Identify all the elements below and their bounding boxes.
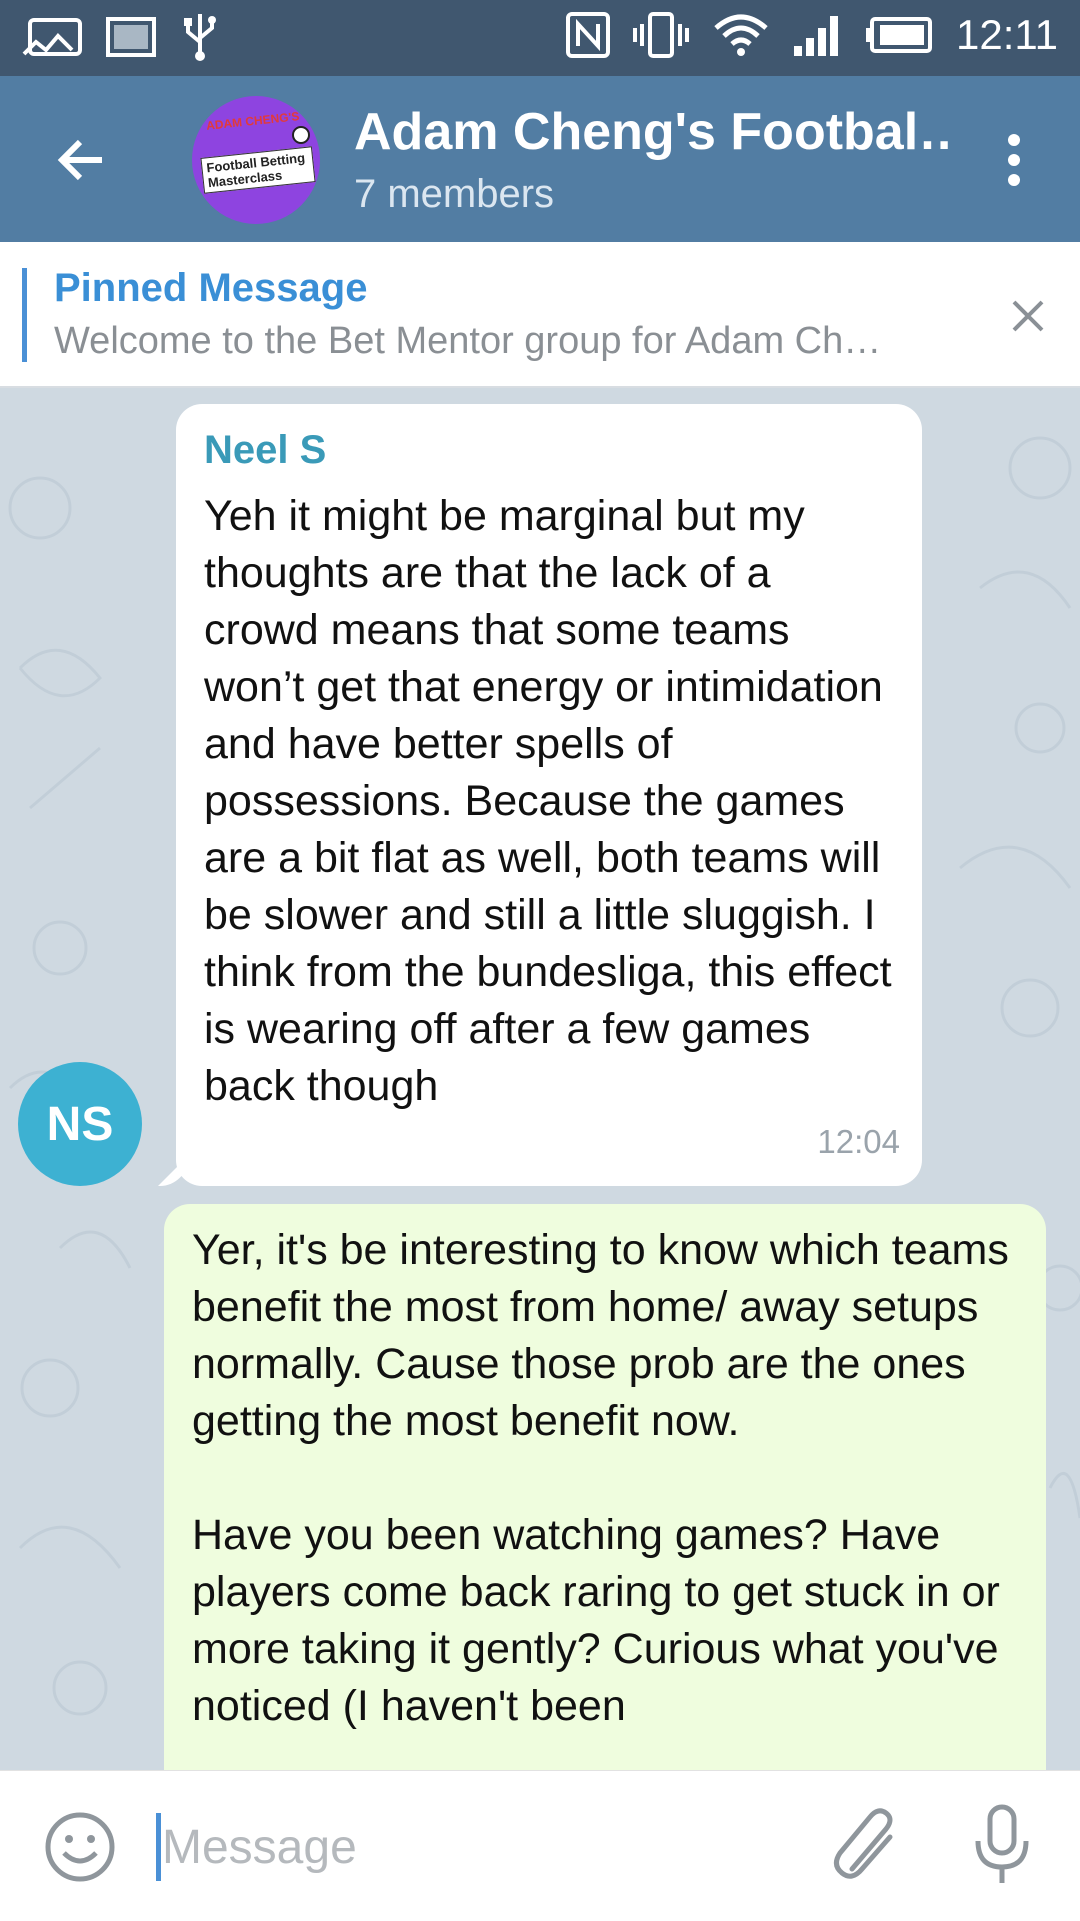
voice-message-button[interactable] [972,1803,1032,1887]
chat-messages[interactable]: Neel S Yeh it might be marginal but my t… [0,388,1080,1770]
status-right-icons: 12:11 [566,10,1058,60]
close-pinned-button[interactable] [1006,294,1050,338]
avatar-logo-box: Football Betting Masterclass [200,146,316,194]
more-vert-icon [1008,134,1020,186]
avatar-logo-top: ADAM CHENG'S [205,109,301,133]
attach-button[interactable] [830,1807,906,1887]
microphone-icon [975,1804,1029,1883]
football-icon [292,126,310,144]
group-avatar[interactable]: ADAM CHENG'S Football Betting Masterclas… [192,96,320,224]
message-input[interactable] [162,1807,802,1887]
chat-header: ADAM CHENG'S Football Betting Masterclas… [0,76,1080,242]
more-options-button[interactable] [1000,132,1028,188]
paperclip-icon [834,1808,893,1879]
status-bar: 12:11 [0,0,1080,76]
back-button[interactable] [52,130,112,190]
vibrate-icon [632,10,690,60]
picture-icon [106,15,156,59]
message-text: Yer, it's be interesting to know which t… [192,1226,1009,1730]
sender-avatar[interactable]: NS [18,1062,142,1186]
status-time: 12:11 [956,11,1058,58]
close-icon [1012,300,1044,332]
signal-icon [792,12,844,58]
status-left-icons [22,12,222,62]
pinned-accent-bar [22,268,27,362]
wifi-icon [712,10,770,60]
pinned-title: Pinned Message [54,266,368,310]
chat-title[interactable]: Adam Cheng's Footbal… [354,102,954,162]
member-count: 7 members [354,172,555,216]
emoji-button[interactable] [44,1811,116,1883]
arrow-back-icon [57,139,102,181]
sender-name[interactable]: Neel S [204,426,894,474]
incoming-message-bubble[interactable]: Neel S Yeh it might be marginal but my t… [176,404,922,1186]
outgoing-message-bubble[interactable]: Yer, it's be interesting to know which t… [164,1204,1046,1770]
image-message-icon [22,14,84,60]
usb-icon [178,12,222,62]
message-time: 12:04 [817,1123,900,1160]
smiley-icon [45,1812,115,1882]
message-composer [0,1770,1080,1921]
text-cursor [156,1813,161,1881]
message-text: Yeh it might be marginal but my thoughts… [204,492,904,1110]
pinned-message-bar[interactable]: Pinned Message Welcome to the Bet Mentor… [0,242,1080,388]
battery-icon [866,15,934,55]
nfc-icon [566,12,610,58]
pinned-text: Welcome to the Bet Mentor group for Adam… [54,320,882,362]
